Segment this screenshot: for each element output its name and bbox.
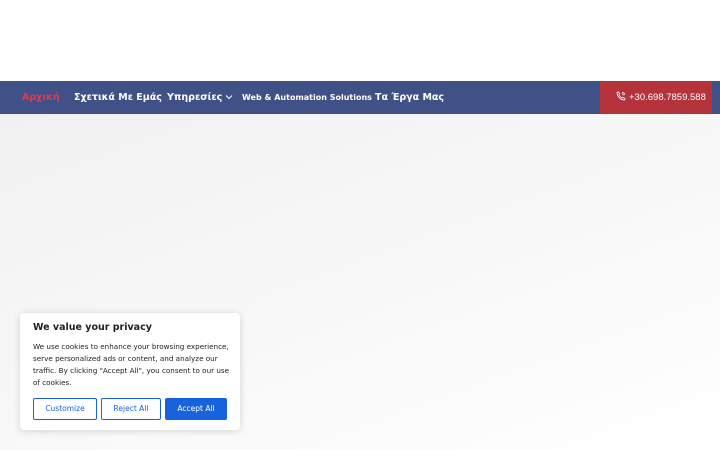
page: Αρχική Σχετικά Με Εμάς Υπηρεσίες Web & A… — [0, 0, 720, 450]
phone-icon — [616, 91, 626, 101]
nav-item-about[interactable]: Σχετικά Με Εμάς — [74, 81, 162, 114]
nav-item-home[interactable]: Αρχική — [22, 81, 60, 114]
nav-item-web-automation[interactable]: Web & Automation Solutions — [242, 81, 372, 114]
reject-all-button[interactable]: Reject All — [101, 398, 161, 420]
cookie-description: We use cookies to enhance your browsing … — [33, 342, 230, 387]
chevron-down-icon — [225, 95, 233, 100]
main-navbar: Αρχική Σχετικά Με Εμάς Υπηρεσίες Web & A… — [0, 81, 720, 114]
nav-menu: Αρχική Σχετικά Με Εμάς Υπηρεσίες Web & A… — [0, 81, 600, 114]
nav-item-services-label: Υπηρεσίες — [167, 92, 223, 103]
header-top — [0, 0, 720, 81]
phone-number: +30.698.7859.588 — [629, 92, 706, 103]
cookie-title: We value your privacy — [33, 322, 152, 333]
nav-item-projects[interactable]: Τα Έργα Μας — [375, 81, 444, 114]
cookie-consent-banner: We value your privacy We use cookies to … — [20, 313, 240, 430]
accept-all-button[interactable]: Accept All — [165, 398, 227, 420]
customize-button[interactable]: Customize — [33, 398, 97, 420]
nav-item-services[interactable]: Υπηρεσίες — [167, 81, 233, 114]
phone-button[interactable]: +30.698.7859.588 — [600, 81, 712, 114]
